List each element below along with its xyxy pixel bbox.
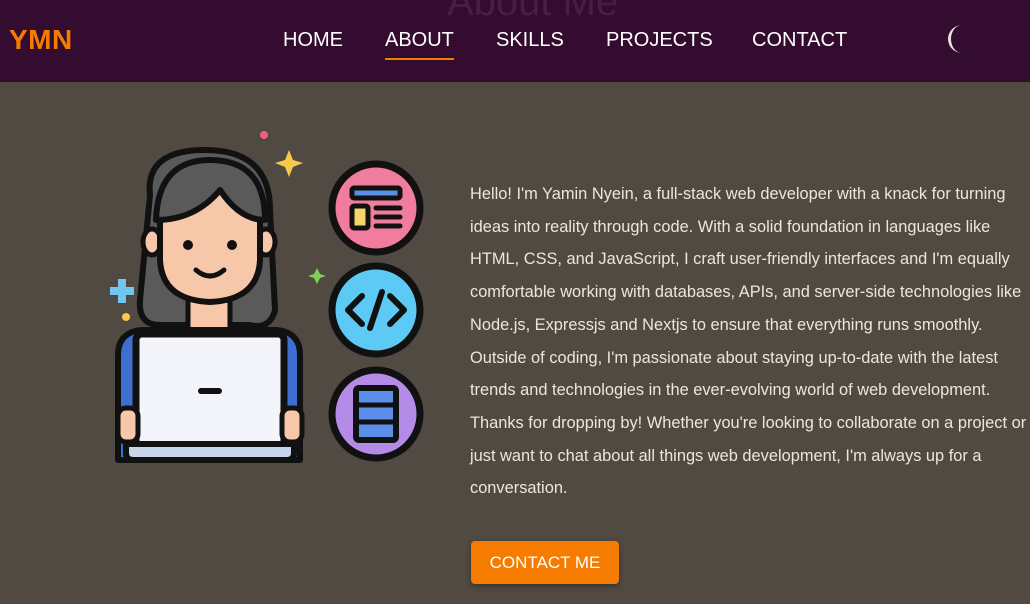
nav-projects[interactable]: PROJECTS — [606, 29, 713, 52]
section-ghost-title: About Me — [447, 0, 619, 24]
theme-toggle-button[interactable] — [940, 22, 974, 56]
sparkle-dot-pink — [260, 131, 268, 139]
sparkle-star-green — [308, 268, 326, 284]
logo[interactable]: YMN — [9, 24, 73, 56]
nav-contact[interactable]: CONTACT — [752, 29, 847, 52]
nav-skills[interactable]: SKILLS — [496, 29, 564, 52]
navbar: About Me YMN HOME ABOUT SKILLS PROJECTS … — [0, 0, 1030, 82]
database-icon — [328, 366, 424, 462]
sparkle-dot-yellow — [122, 313, 130, 321]
code-icon — [328, 262, 424, 358]
layout-icon — [328, 160, 424, 256]
contact-me-button[interactable]: CONTACT ME — [471, 541, 619, 584]
sparkle-star-yellow — [275, 150, 303, 177]
sparkle-plus-blue — [110, 279, 134, 303]
nav-home[interactable]: HOME — [283, 29, 343, 52]
moon-icon — [948, 25, 962, 53]
nav-about[interactable]: ABOUT — [385, 29, 454, 60]
about-bio: Hello! I'm Yamin Nyein, a full-stack web… — [470, 185, 1027, 498]
developer-illustration — [100, 120, 430, 470]
